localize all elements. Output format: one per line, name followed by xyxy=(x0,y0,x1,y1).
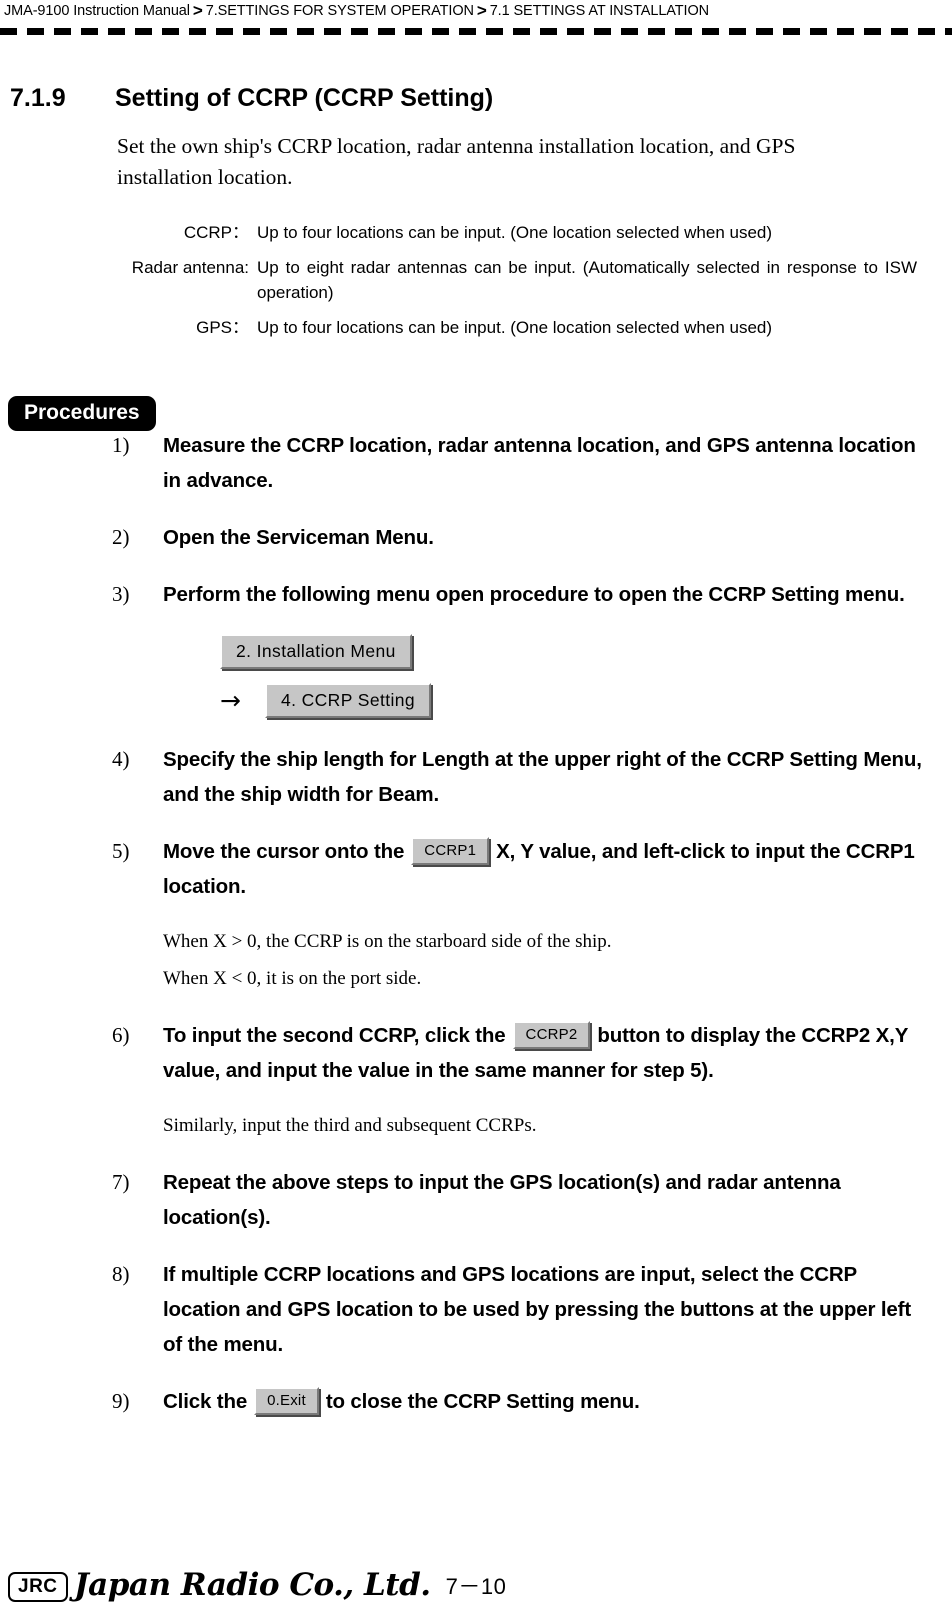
ccrp1-button[interactable]: CCRP1 xyxy=(411,837,490,865)
definition-row-gps: GPS： Up to four locations can be input. … xyxy=(117,315,917,340)
breadcrumb-separator-icon: > xyxy=(476,1,487,20)
page-footer: JRC Japan Radio Co., Ltd. 7－10 xyxy=(0,1562,952,1614)
definition-term: GPS： xyxy=(196,318,249,337)
ccrp-setting-menu-button[interactable]: 4. CCRP Setting xyxy=(264,683,432,718)
step-text-before: To input the second CCRP, click the xyxy=(163,1024,506,1047)
step-text: To input the second CCRP, click the CCRP2… xyxy=(163,1021,908,1082)
definition-list: CCRP： Up to four locations can be input.… xyxy=(117,220,917,350)
exit-button[interactable]: 0.Exit xyxy=(254,1387,319,1415)
step-text-before: Click the xyxy=(163,1390,248,1413)
step-number: 4) xyxy=(112,747,130,771)
menu-open-flow: 2. Installation Menu → 4. CCRP Setting xyxy=(0,634,952,718)
step-number: 3) xyxy=(112,582,130,606)
step-number: 1) xyxy=(112,433,130,457)
definition-description: Up to four locations can be input. (One … xyxy=(257,318,773,337)
definition-description: Up to eight radar antennas can be input.… xyxy=(257,258,917,302)
step-text: Open the Serviceman Menu. xyxy=(163,526,434,549)
step-number: 9) xyxy=(112,1389,130,1413)
procedure-step-1: 1) Measure the CCRP location, radar ante… xyxy=(0,428,952,498)
step-number: 5) xyxy=(112,839,130,863)
page-title: 7.1.9 Setting of CCRP (CCRP Setting) xyxy=(10,82,930,114)
definition-row-radar-antenna: Radar antenna: Up to eight radar antenna… xyxy=(117,255,917,305)
step-number: 6) xyxy=(112,1023,130,1047)
definition-description: Up to four locations can be input. (One … xyxy=(257,223,773,242)
procedure-step-2: 2) Open the Serviceman Menu. xyxy=(0,520,952,555)
section-intro-paragraph: Set the own ship's CCRP location, radar … xyxy=(117,134,796,189)
step-text: Move the cursor onto the CCRP1 X, Y value,… xyxy=(163,837,915,898)
procedure-step-list: 1) Measure the CCRP location, radar ante… xyxy=(0,428,952,1441)
note-x-negative: When X < 0, it is on the port side. xyxy=(163,968,422,989)
step-text-after: to close the CCRP Setting menu. xyxy=(325,1390,640,1413)
step-text: Repeat the above steps to input the GPS … xyxy=(163,1171,841,1229)
procedures-badge: Procedures xyxy=(8,396,156,431)
procedure-step-3: 3) Perform the following menu open proce… xyxy=(0,577,952,612)
step-text: Specify the ship length for Length at th… xyxy=(163,748,922,806)
note-similar-ccrps: Similarly, input the third and subsequen… xyxy=(163,1115,537,1136)
step-text: If multiple CCRP locations and GPS locat… xyxy=(163,1263,912,1356)
step-number: 7) xyxy=(112,1170,130,1194)
procedure-step-7: 7) Repeat the above steps to input the G… xyxy=(0,1165,952,1235)
page-header: JMA-9100 Instruction Manual >7.SETTINGS F… xyxy=(0,0,952,46)
procedure-step-5: 5) Move the cursor onto the CCRP1 X, Y val… xyxy=(0,834,952,904)
definition-term: CCRP： xyxy=(183,223,249,242)
definition-term: Radar antenna: xyxy=(131,258,249,277)
page-number: 7－10 xyxy=(445,1574,507,1599)
section-title: Setting of CCRP (CCRP Setting) xyxy=(115,84,494,112)
ccrp2-button[interactable]: CCRP2 xyxy=(512,1021,591,1049)
menu-flow-row-first: 2. Installation Menu xyxy=(163,634,952,669)
breadcrumb-item-chapter: 7.SETTINGS FOR SYSTEM OPERATION xyxy=(205,3,474,19)
definition-row-ccrp: CCRP： Up to four locations can be input.… xyxy=(117,220,917,245)
step-number: 2) xyxy=(112,525,130,549)
breadcrumb-separator-icon: > xyxy=(192,1,203,20)
procedure-step-9: 9) Click the 0.Exit to close the CCRP Sett… xyxy=(0,1384,952,1419)
section-number: 7.1.9 xyxy=(10,84,66,112)
step-number: 8) xyxy=(112,1262,130,1286)
installation-menu-button[interactable]: 2. Installation Menu xyxy=(220,634,412,669)
breadcrumb-item-section: 7.1 SETTINGS AT INSTALLATION xyxy=(489,3,710,19)
procedure-step-6: 6) To input the second CCRP, click the CC… xyxy=(0,1018,952,1088)
note-x-positive: When X > 0, the CCRP is on the starboard… xyxy=(163,931,612,952)
menu-flow-row-second: → 4. CCRP Setting xyxy=(163,683,952,718)
breadcrumb: JMA-9100 Instruction Manual >7.SETTINGS F… xyxy=(4,1,709,21)
breadcrumb-item-manual: JMA-9100 Instruction Manual xyxy=(4,3,190,19)
procedure-step-8: 8) If multiple CCRP locations and GPS lo… xyxy=(0,1257,952,1362)
step-text: Click the 0.Exit to close the CCRP Setting… xyxy=(163,1387,640,1415)
procedure-step-4: 4) Specify the ship length for Length at… xyxy=(0,742,952,812)
step-text-before: Move the cursor onto the xyxy=(163,840,405,863)
arrow-right-icon: → xyxy=(220,686,241,715)
header-dashed-rule xyxy=(0,28,952,35)
step-text: Perform the following menu open procedur… xyxy=(163,583,905,606)
step-text: Measure the CCRP location, radar antenna… xyxy=(163,434,916,492)
